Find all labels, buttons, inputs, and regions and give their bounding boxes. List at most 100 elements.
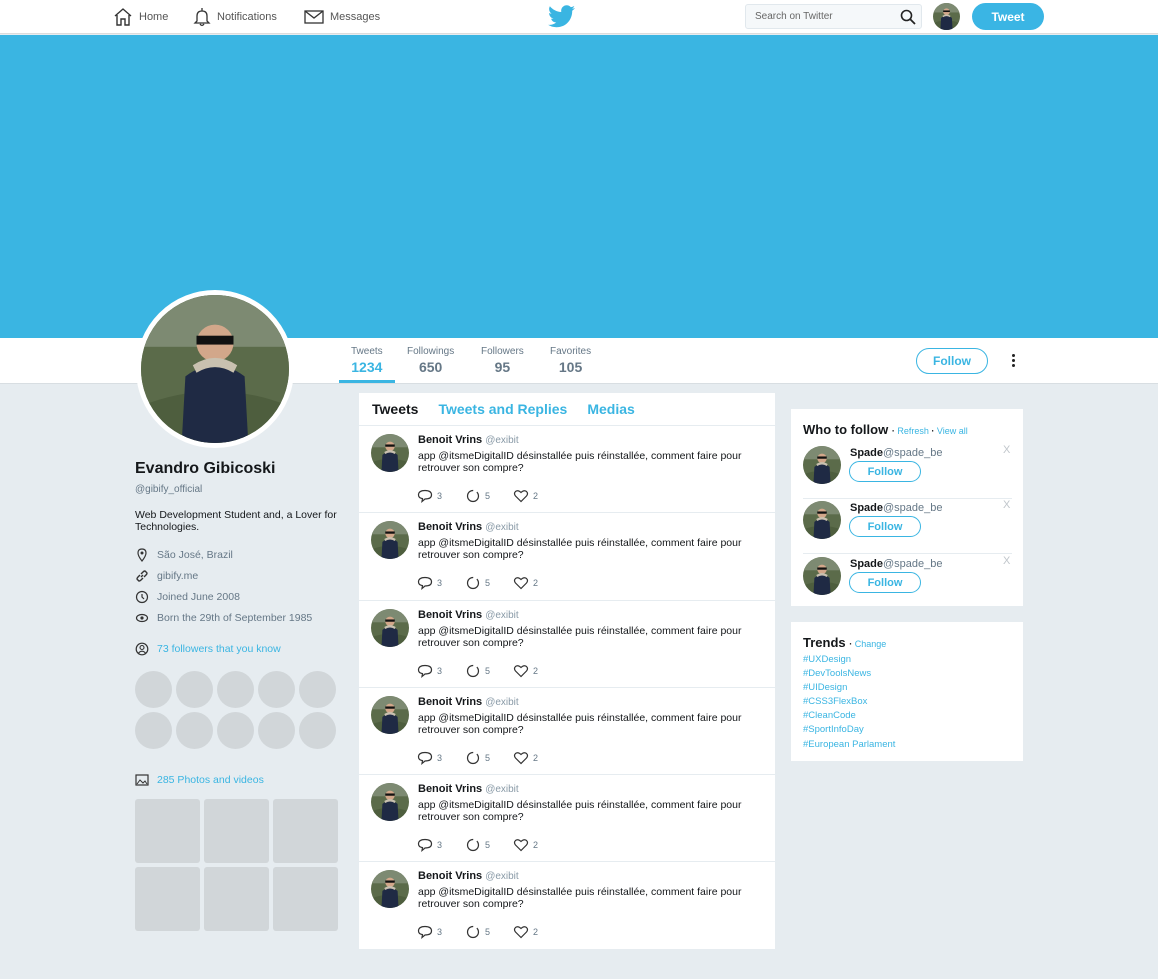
- tweet-author-avatar[interactable]: [371, 521, 409, 559]
- retweet-action[interactable]: 5: [465, 925, 513, 939]
- follower-avatar[interactable]: [299, 712, 336, 749]
- media-thumbnail[interactable]: [204, 799, 269, 863]
- profile-photo[interactable]: [136, 290, 294, 448]
- change-link[interactable]: Change: [855, 639, 887, 649]
- refresh-link[interactable]: Refresh: [897, 426, 929, 436]
- follower-avatar[interactable]: [176, 712, 213, 749]
- suggestion-avatar[interactable]: [803, 557, 841, 595]
- reply-action[interactable]: 3: [417, 838, 465, 853]
- follower-avatar[interactable]: [217, 712, 254, 749]
- suggestion-name[interactable]: Spade@spade_be: [850, 502, 943, 514]
- follower-avatar[interactable]: [299, 671, 336, 708]
- suggestion-name[interactable]: Spade@spade_be: [850, 558, 943, 570]
- trend-item[interactable]: #UIDesign: [803, 681, 1011, 695]
- search-icon[interactable]: [900, 9, 916, 25]
- website-link[interactable]: gibify.me: [157, 570, 198, 582]
- view-all-link[interactable]: View all: [937, 426, 968, 436]
- search-input[interactable]: [746, 11, 896, 22]
- suggestion-follow-button[interactable]: Follow: [849, 461, 921, 482]
- media-thumbnail[interactable]: [273, 867, 338, 931]
- like-action[interactable]: 2: [513, 489, 561, 503]
- suggestion-name[interactable]: Spade@spade_be: [850, 447, 943, 459]
- like-action[interactable]: 2: [513, 576, 561, 590]
- tweet-author-avatar[interactable]: [371, 783, 409, 821]
- follower-avatar[interactable]: [258, 712, 295, 749]
- retweet-action[interactable]: 5: [465, 751, 513, 765]
- dismiss-suggestion-button[interactable]: X: [1003, 499, 1010, 511]
- website-row[interactable]: gibify.me: [135, 565, 345, 586]
- tab-tweets[interactable]: Tweets: [372, 401, 418, 417]
- suggestion-follow-button[interactable]: Follow: [849, 516, 921, 537]
- tweet-author[interactable]: Benoit Vrins @exibit: [418, 783, 519, 795]
- tweet-button[interactable]: Tweet: [972, 3, 1044, 30]
- follower-avatar[interactable]: [258, 671, 295, 708]
- like-action[interactable]: 2: [513, 751, 561, 765]
- trend-item[interactable]: #CSS3FlexBox: [803, 695, 1011, 709]
- like-action[interactable]: 2: [513, 664, 561, 678]
- stat-followers[interactable]: Followers 95: [481, 346, 524, 375]
- retweet-action[interactable]: 5: [465, 576, 513, 590]
- tweet-author-avatar[interactable]: [371, 434, 409, 472]
- reply-action[interactable]: 3: [417, 925, 465, 940]
- nav-notifications[interactable]: Notifications: [193, 6, 277, 28]
- media-thumbnail[interactable]: [204, 867, 269, 931]
- photos-videos-row[interactable]: 285 Photos and videos: [135, 769, 345, 790]
- suggestion-avatar[interactable]: [803, 501, 841, 539]
- media-thumbnail[interactable]: [135, 799, 200, 863]
- nav-messages[interactable]: Messages: [304, 6, 380, 28]
- tweet-item[interactable]: Benoit Vrins @exibit app @itsmeDigitalID …: [359, 688, 775, 776]
- tweet-author[interactable]: Benoit Vrins @exibit: [418, 521, 519, 533]
- like-action[interactable]: 2: [513, 838, 561, 852]
- tweet-author-avatar[interactable]: [371, 696, 409, 734]
- reply-action[interactable]: 3: [417, 751, 465, 765]
- tweet-item[interactable]: Benoit Vrins @exibit app @itsmeDigitalID …: [359, 862, 775, 950]
- tweet-item[interactable]: Benoit Vrins @exibit app @itsmeDigitalID …: [359, 601, 775, 688]
- tweet-author[interactable]: Benoit Vrins @exibit: [418, 696, 519, 708]
- tweet-author[interactable]: Benoit Vrins @exibit: [418, 870, 519, 882]
- follow-button[interactable]: Follow: [916, 348, 988, 374]
- media-thumbnail[interactable]: [273, 799, 338, 863]
- dismiss-suggestion-button[interactable]: X: [1003, 444, 1010, 456]
- trend-item[interactable]: #UXDesign: [803, 653, 1011, 667]
- tweet-author[interactable]: Benoit Vrins @exibit: [418, 609, 519, 621]
- tweet-author-avatar[interactable]: [371, 870, 409, 908]
- user-circle-icon: [135, 642, 149, 655]
- follower-avatar[interactable]: [217, 671, 254, 708]
- follower-avatar[interactable]: [176, 671, 213, 708]
- reply-action[interactable]: 3: [417, 489, 465, 503]
- tweet-item[interactable]: Benoit Vrins @exibit app @itsmeDigitalID …: [359, 775, 775, 863]
- suggestion-handle: @spade_be: [883, 558, 943, 570]
- retweet-action[interactable]: 5: [465, 838, 513, 852]
- tab-medias[interactable]: Medias: [587, 401, 634, 417]
- suggestion-follow-button[interactable]: Follow: [849, 572, 921, 593]
- tweet-item[interactable]: Benoit Vrins @exibit app @itsmeDigitalID …: [359, 513, 775, 601]
- tweet-author[interactable]: Benoit Vrins @exibit: [418, 434, 519, 446]
- stat-followings[interactable]: Followings 650: [407, 346, 454, 375]
- photos-videos-link[interactable]: 285 Photos and videos: [157, 774, 264, 786]
- tweet-author-avatar[interactable]: [371, 609, 409, 647]
- follower-avatar[interactable]: [135, 712, 172, 749]
- reply-action[interactable]: 3: [417, 576, 465, 591]
- nav-home[interactable]: Home: [113, 6, 168, 28]
- tweet-item[interactable]: Benoit Vrins @exibit app @itsmeDigitalID …: [359, 426, 775, 514]
- retweet-action[interactable]: 5: [465, 489, 513, 503]
- followers-you-know-link[interactable]: 73 followers that you know: [157, 643, 281, 655]
- user-avatar[interactable]: [933, 3, 960, 30]
- like-action[interactable]: 2: [513, 925, 561, 939]
- follower-avatar[interactable]: [135, 671, 172, 708]
- trend-item[interactable]: #DevToolsNews: [803, 667, 1011, 681]
- stat-tweets[interactable]: Tweets 1234: [351, 346, 383, 375]
- trend-item[interactable]: #SportInfoDay: [803, 723, 1011, 737]
- media-thumbnail[interactable]: [135, 867, 200, 931]
- dismiss-suggestion-button[interactable]: X: [1003, 555, 1010, 567]
- followers-you-know-row[interactable]: 73 followers that you know: [135, 638, 345, 659]
- tab-tweets-and-replies[interactable]: Tweets and Replies: [438, 401, 567, 417]
- more-options-icon[interactable]: [1006, 352, 1020, 370]
- reply-action[interactable]: 3: [417, 664, 465, 678]
- retweet-action[interactable]: 5: [465, 664, 513, 678]
- trend-item[interactable]: #European Parlament: [803, 738, 1011, 752]
- stat-favorites[interactable]: Favorites 105: [550, 346, 591, 375]
- suggestion-avatar[interactable]: [803, 446, 841, 484]
- twitter-bird-icon[interactable]: [548, 5, 575, 28]
- trend-item[interactable]: #CleanCode: [803, 709, 1011, 723]
